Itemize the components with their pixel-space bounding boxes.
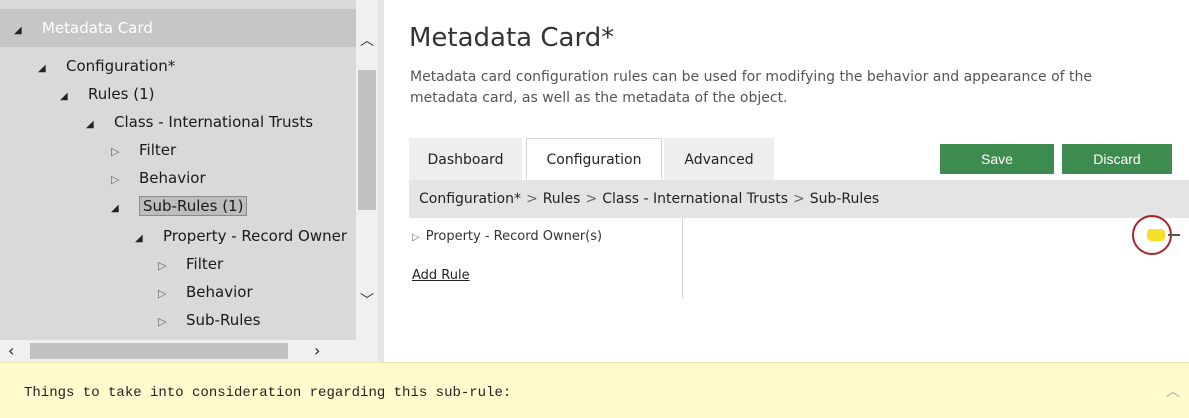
save-button[interactable]: Save — [940, 144, 1054, 174]
highlight-circle — [1132, 215, 1180, 255]
expanded-icon[interactable]: ◢ — [60, 87, 88, 107]
scroll-right-icon[interactable]: › — [314, 341, 320, 360]
tree-item-label: Rules (1) — [88, 85, 155, 103]
tree-item-behavior[interactable]: ▷ Behavior — [111, 168, 206, 190]
breadcrumb-separator: > — [525, 191, 538, 207]
expanded-icon[interactable]: ◢ — [86, 115, 114, 135]
breadcrumb-item-class[interactable]: Class - International Trusts — [602, 191, 788, 207]
breadcrumb-item-configuration[interactable]: Configuration* — [419, 191, 521, 207]
tree-item-label: Configuration* — [66, 57, 176, 75]
tree-item-label: Property - Record Owner — [163, 227, 347, 245]
tab-configuration[interactable]: Configuration — [526, 138, 662, 180]
tree-item-filter[interactable]: ▷ Filter — [111, 140, 176, 162]
rule-item-property-record-owner[interactable]: ▷ Property - Record Owner(s) — [412, 229, 602, 244]
expanded-icon[interactable]: ◢ — [135, 229, 163, 249]
breadcrumb-separator: > — [585, 191, 598, 207]
collapsed-icon[interactable]: ▷ — [412, 232, 420, 243]
expanded-icon[interactable]: ◢ — [111, 199, 139, 219]
tree-item-filter-sub[interactable]: ▷ Filter — [158, 254, 223, 276]
breadcrumb-separator: > — [793, 191, 805, 207]
note-text: Things to take into consideration regard… — [24, 385, 512, 401]
tree-item-metadata-card[interactable]: ◢ Metadata Card — [14, 18, 153, 41]
page-description: Metadata card configuration rules can be… — [410, 69, 1093, 106]
tree-item-class[interactable]: ◢ Class - International Trusts — [86, 112, 313, 135]
tree-item-label: Filter — [186, 255, 224, 273]
tree-item-label: Behavior — [186, 283, 253, 301]
scroll-up-icon[interactable]: ︿ — [359, 30, 375, 50]
scrollbar-corner — [356, 340, 378, 362]
discard-button[interactable]: Discard — [1062, 144, 1172, 174]
tree-item-label: Metadata Card — [42, 19, 153, 37]
tree-item-configuration[interactable]: ◢ Configuration* — [38, 56, 175, 79]
horizontal-scroll-thumb[interactable] — [30, 343, 288, 359]
tree-panel: ◢ Metadata Card ◢ Configuration* ◢ Rules (1… — [0, 0, 378, 362]
tree-item-rules[interactable]: ◢ Rules (1) — [60, 84, 154, 107]
expanded-icon[interactable]: ◢ — [38, 59, 66, 79]
breadcrumb-item-rules[interactable]: Rules — [543, 191, 581, 207]
tree-item-label: Behavior — [139, 169, 206, 187]
note-icon[interactable] — [1147, 229, 1165, 241]
tree-item-sub-rules-sub[interactable]: ▷ Sub-Rules — [158, 310, 260, 332]
tree-item-label: Sub-Rules — [186, 311, 261, 329]
collapsed-icon[interactable]: ▷ — [111, 142, 139, 162]
scroll-up-icon[interactable]: ︿ — [1166, 381, 1180, 401]
scroll-left-icon[interactable]: ‹ — [8, 341, 14, 360]
breadcrumb-item-sub-rules[interactable]: Sub-Rules — [810, 191, 879, 207]
tree-item-sub-rules[interactable]: ◢ Sub-Rules (1) — [111, 196, 248, 219]
collapsed-icon[interactable]: ▷ — [158, 312, 186, 332]
connector-line — [1168, 234, 1180, 236]
tree-view: ◢ Metadata Card ◢ Configuration* ◢ Rules (1… — [0, 0, 356, 340]
tab-advanced[interactable]: Advanced — [664, 138, 774, 180]
tree-item-label-selected: Sub-Rules (1) — [139, 196, 248, 216]
tab-dashboard[interactable]: Dashboard — [409, 138, 522, 180]
collapsed-icon[interactable]: ▷ — [158, 284, 186, 304]
note-panel[interactable]: Things to take into consideration regard… — [0, 362, 1189, 418]
rule-item-label: Property - Record Owner(s) — [425, 229, 603, 244]
page-title: Metadata Card* — [409, 23, 615, 53]
tree-item-behavior-sub[interactable]: ▷ Behavior — [158, 282, 253, 304]
tree-item-property-record-owner[interactable]: ◢ Property - Record Owner — [135, 226, 347, 249]
tree-item-label: Filter — [139, 141, 177, 159]
tree-item-label: Class - International Trusts — [114, 113, 314, 131]
rule-list: ▷ Property - Record Owner(s) Add Rule — [409, 218, 683, 298]
breadcrumb: Configuration* > Rules > Class - Internation… — [409, 180, 1189, 218]
horizontal-scrollbar[interactable]: ‹ › — [0, 340, 356, 362]
collapsed-icon[interactable]: ▷ — [158, 256, 186, 276]
vertical-scroll-thumb[interactable] — [358, 70, 376, 210]
scroll-down-icon[interactable]: ﹀ — [359, 290, 375, 310]
tree-root-row[interactable]: ◢ Metadata Card — [0, 9, 356, 47]
expanded-icon[interactable]: ◢ — [14, 21, 42, 41]
add-rule-link[interactable]: Add Rule — [412, 268, 470, 283]
main-panel: Metadata Card* Metadata card configurati… — [384, 0, 1189, 362]
vertical-scrollbar[interactable]: ︿ ﹀ — [356, 0, 378, 340]
collapsed-icon[interactable]: ▷ — [111, 170, 139, 190]
